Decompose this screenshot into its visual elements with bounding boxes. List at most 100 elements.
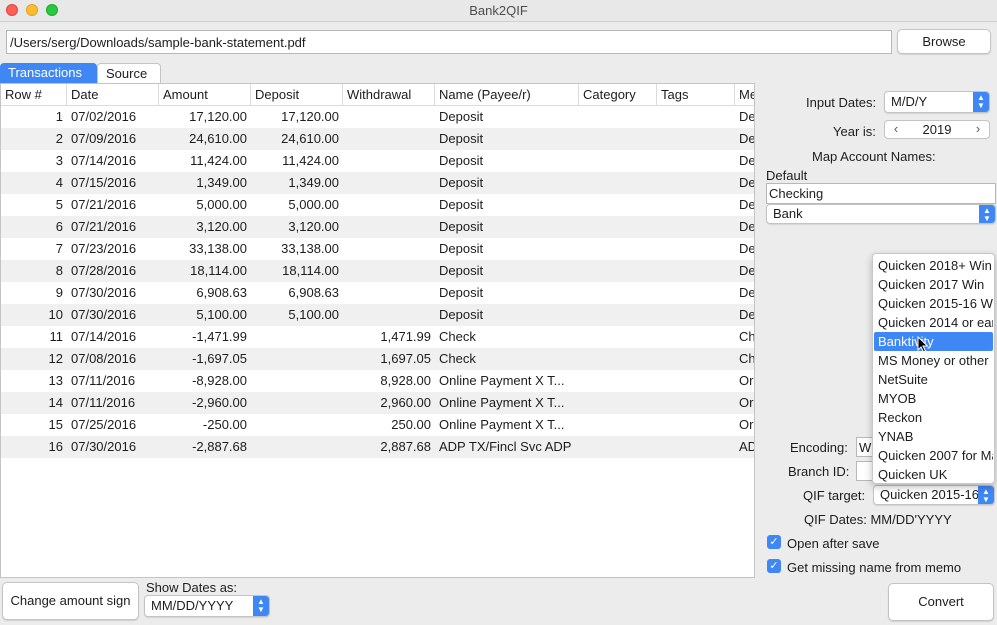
file-path-field[interactable]: /Users/serg/Downloads/sample-bank-statem… — [6, 30, 892, 54]
get-missing-name-checkbox[interactable]: ✓ — [767, 559, 781, 573]
col-amount-cell: 24,610.00 — [189, 131, 247, 146]
qif-target-menu: Quicken 2018+ Win Quicken 2017 Win Quicken… — [872, 253, 995, 484]
col-tags-cell — [657, 414, 735, 436]
table-row[interactable]: 10 07/30/2016 5,100.00 5,100.00 Deposit De — [1, 304, 754, 326]
col-tags-cell — [657, 106, 735, 128]
col-row-number-cell: 7 — [55, 241, 63, 256]
col-date-cell: 07/14/2016 — [71, 329, 137, 344]
table-row[interactable]: 9 07/30/2016 6,908.63 6,908.63 Deposit De — [1, 282, 754, 304]
col-category-header[interactable]: Category — [579, 84, 657, 106]
open-after-save-checkbox[interactable]: ✓ — [767, 535, 781, 549]
col-withdrawal-cell — [343, 238, 435, 260]
tab-transactions[interactable]: Transactions — [0, 63, 97, 83]
show-dates-select[interactable]: MM/DD/YYYY ▲ ▼ — [144, 595, 270, 617]
col-amount-cell: -1,471.99 — [192, 329, 247, 344]
col-tags-cell — [657, 128, 735, 150]
col-category-cell — [579, 436, 657, 458]
col-memo-cell: De — [739, 197, 755, 212]
col-date-header[interactable]: Date — [67, 84, 159, 106]
table-row[interactable]: 6 07/21/2016 3,120.00 3,120.00 Deposit De — [1, 216, 754, 238]
account-type-select[interactable]: Bank ▲ ▼ — [766, 204, 996, 224]
col-deposit-header[interactable]: Deposit — [251, 84, 343, 106]
col-name-cell: Deposit — [439, 197, 484, 212]
qif-target-option[interactable]: Quicken 2015-16 Win — [874, 294, 993, 313]
table-row[interactable]: 14 07/11/2016 -2,960.00 2,960.00 Online Paym… — [1, 392, 754, 414]
table-row[interactable]: 7 07/23/2016 33,138.00 33,138.00 Deposit De — [1, 238, 754, 260]
col-category-cell — [579, 348, 657, 370]
tab-source[interactable]: Source — [97, 63, 161, 83]
qif-target-option[interactable]: Quicken 2014 or earlier — [874, 313, 993, 332]
col-amount-cell: 17,120.00 — [189, 109, 247, 124]
col-memo-cell: Ch — [739, 329, 755, 344]
col-row-number-header[interactable]: Row # — [1, 84, 67, 106]
input-dates-value: M/D/Y — [891, 94, 928, 109]
col-row-number-cell: 10 — [48, 307, 63, 322]
show-dates-value: MM/DD/YYYY — [151, 598, 234, 613]
col-amount-cell: -2,887.68 — [192, 439, 247, 454]
col-deposit-cell: 6,908.63 — [288, 285, 339, 300]
col-memo-header[interactable]: Me — [735, 84, 754, 106]
col-tags-cell — [657, 304, 735, 326]
col-category-cell — [579, 414, 657, 436]
col-amount-cell: 6,908.63 — [196, 285, 247, 300]
chevron-left-icon[interactable]: ‹ — [887, 121, 905, 138]
change-amount-sign-button[interactable]: Change amount sign — [2, 582, 139, 620]
col-amount-cell: 5,100.00 — [196, 307, 247, 322]
table-row[interactable]: 11 07/14/2016 -1,471.99 1,471.99 Check Ch — [1, 326, 755, 348]
browse-button[interactable]: Browse — [897, 29, 991, 54]
qif-target-option[interactable]: MS Money or other — [874, 351, 993, 370]
qif-target-option[interactable]: Quicken UK — [874, 465, 993, 483]
year-stepper[interactable]: ‹ 2019 › — [884, 120, 990, 139]
col-amount-cell: 5,000.00 — [196, 197, 247, 212]
account-name-field[interactable]: Checking — [766, 183, 996, 204]
checkmark-icon: ✓ — [769, 560, 779, 572]
col-name-cell: Deposit — [439, 219, 484, 234]
col-amount-header[interactable]: Amount — [159, 84, 251, 106]
table-row[interactable]: 4 07/15/2016 1,349.00 1,349.00 Deposit De — [1, 172, 754, 194]
table-row[interactable]: 2 07/09/2016 24,610.00 24,610.00 Deposit De — [1, 128, 754, 150]
input-dates-select[interactable]: M/D/Y ▲ ▼ — [884, 91, 990, 113]
table-row[interactable]: 16 07/30/2016 -2,887.68 2,887.68 ADP TX/Finc… — [1, 436, 754, 458]
qif-target-option[interactable]: NetSuite — [874, 370, 993, 389]
qif-target-option[interactable]: Quicken 2017 Win — [874, 275, 993, 294]
col-deposit-cell: 11,424.00 — [282, 153, 339, 168]
table-row[interactable]: 8 07/28/2016 18,114.00 18,114.00 Deposit De — [1, 260, 754, 282]
qif-target-option[interactable]: Quicken 2018+ Win — [874, 256, 993, 275]
chevron-right-icon[interactable]: › — [969, 121, 987, 138]
col-withdrawal-cell: 8,928.00 — [380, 373, 431, 388]
checkmark-icon: ✓ — [769, 536, 779, 548]
col-date-cell: 07/23/2016 — [71, 241, 137, 256]
col-tags-header[interactable]: Tags — [657, 84, 735, 106]
window-title: Bank2QIF — [469, 3, 528, 18]
col-date-cell: 07/14/2016 — [71, 153, 137, 168]
col-withdrawal-header[interactable]: Withdrawal — [343, 84, 435, 106]
table-row[interactable]: 13 07/11/2016 -8,928.00 8,928.00 Online Paym… — [1, 370, 754, 392]
default-label: Default — [766, 168, 808, 183]
convert-button[interactable]: Convert — [888, 583, 994, 621]
table-row[interactable]: 12 07/08/2016 -1,697.05 1,697.05 Check Ch — [1, 348, 754, 370]
col-memo-cell: Or — [739, 373, 754, 388]
qif-target-option[interactable]: Reckon — [874, 408, 993, 427]
qif-target-option[interactable]: Banktivity — [874, 332, 993, 351]
col-name-header[interactable]: Name (Payee/r) — [435, 84, 579, 106]
col-memo-cell: AD — [739, 439, 754, 454]
table-row[interactable]: 3 07/14/2016 11,424.00 11,424.00 Deposit De — [1, 150, 755, 172]
table-row[interactable]: 5 07/21/2016 5,000.00 5,000.00 Deposit De — [1, 194, 755, 216]
qif-target-option[interactable]: YNAB — [874, 427, 993, 446]
col-row-number-cell: 11 — [49, 329, 64, 344]
col-deposit-cell: 17,120.00 — [281, 109, 339, 124]
table-row[interactable]: 15 07/25/2016 -250.00 250.00 Online Payment … — [1, 414, 754, 436]
open-after-save-label: Open after save — [787, 536, 880, 551]
qif-target-option[interactable]: Quicken 2007 for Mac — [874, 446, 993, 465]
qif-target-option[interactable]: MYOB — [874, 389, 993, 408]
col-date-cell: 07/30/2016 — [71, 439, 137, 454]
col-date-cell: 07/28/2016 — [71, 263, 137, 278]
col-row-number-cell: 16 — [48, 439, 63, 454]
col-memo-cell: De — [739, 153, 755, 168]
table-row[interactable]: 1 07/02/2016 17,120.00 17,120.00 Deposit De — [1, 106, 754, 128]
col-deposit-cell — [251, 414, 343, 436]
col-withdrawal-cell: 1,697.05 — [380, 351, 431, 366]
qif-target-select[interactable]: Quicken 2015-16 Win ▲ ▼ — [873, 485, 995, 505]
col-deposit-cell — [251, 436, 343, 458]
col-withdrawal-cell: 250.00 — [391, 417, 431, 432]
